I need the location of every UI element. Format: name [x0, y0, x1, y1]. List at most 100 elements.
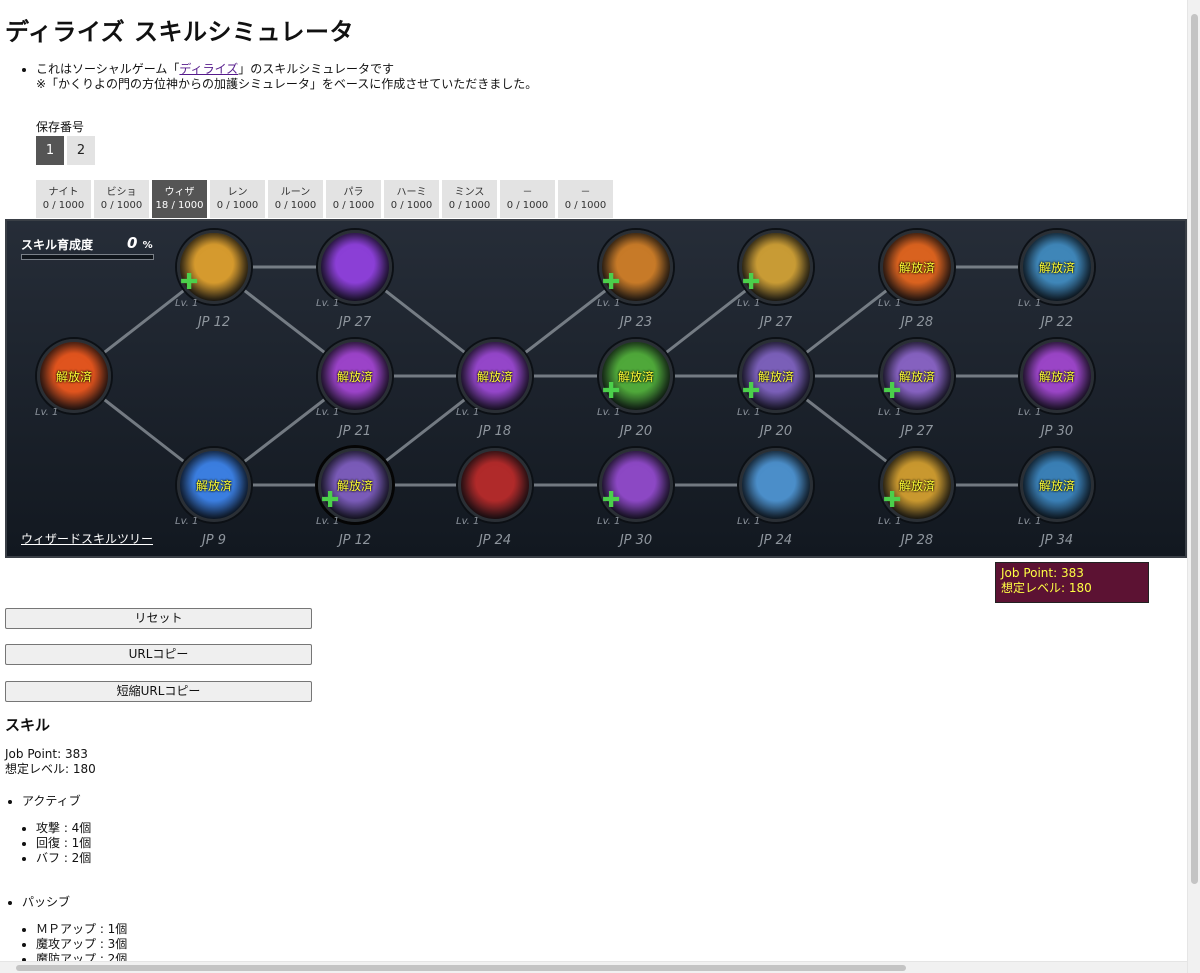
tab-label: ハーミ [396, 187, 427, 198]
skill-jp-cost: JP 30 [1040, 424, 1074, 439]
skill-node[interactable]: 解放済 Lv. 1 JP 22 [1017, 230, 1097, 340]
growth-label: スキル育成度 [21, 238, 94, 252]
skill-level: Lv. 1 [456, 516, 480, 527]
vertical-scroll-thumb[interactable] [1191, 14, 1198, 884]
job-point-box: Job Point: 383 想定レベル: 180 [995, 562, 1149, 603]
skill-jp-cost: JP 12 [338, 533, 372, 548]
skill-level: Lv. 1 [597, 407, 621, 418]
skill-icon[interactable] [318, 230, 392, 304]
skill-node[interactable]: 解放済 Lv. 1 JP 30 [1017, 339, 1097, 449]
horizontal-scrollbar[interactable] [0, 961, 1187, 973]
skill-node[interactable]: ✚ 解放済 Lv. 1 JP 12 [315, 448, 395, 556]
tab-empty-2[interactable]: － 0 / 1000 [558, 180, 613, 218]
wizard-skill-tree-link[interactable]: ウィザードスキルツリー [21, 530, 153, 547]
skill-node[interactable]: ✚ Lv. 1 JP 30 [596, 448, 676, 556]
released-label: 解放済 [898, 479, 935, 493]
skill-level: Lv. 1 [878, 516, 902, 527]
skill-node[interactable]: ✚ Lv. 1 JP 27 [736, 230, 816, 340]
skill-level: Lv. 1 [597, 298, 621, 309]
tab-label: － [522, 187, 533, 198]
short-url-copy-button[interactable]: 短縮URLコピー [5, 681, 312, 702]
skill-jp-cost: JP 21 [338, 424, 372, 439]
tab-wizard[interactable]: ウィザ 18 / 1000 [152, 180, 207, 218]
vertical-scrollbar[interactable] [1187, 0, 1200, 973]
tab-points: 0 / 1000 [216, 200, 259, 211]
tab-points: 0 / 1000 [448, 200, 491, 211]
game-link[interactable]: ディライズ [179, 62, 238, 76]
skill-node[interactable]: 解放済 Lv. 1 JP 18 [455, 339, 535, 449]
skill-node[interactable]: Lv. 1 JP 24 [736, 448, 816, 556]
skill-level: Lv. 1 [316, 407, 340, 418]
url-copy-button[interactable]: URLコピー [5, 644, 312, 665]
tab-label: ビショ [106, 187, 137, 198]
skill-jp-cost: JP 28 [900, 533, 934, 548]
save-slot-1-button[interactable]: 1 [36, 136, 64, 165]
skill-icon[interactable] [739, 448, 813, 522]
skill-node[interactable]: ✚ Lv. 1 JP 23 [596, 230, 676, 340]
released-label: 解放済 [617, 370, 654, 384]
skill-node[interactable]: ✚ 解放済 Lv. 1 JP 20 [736, 339, 816, 449]
tab-paladin[interactable]: パラ 0 / 1000 [326, 180, 381, 218]
growth-percent: 0 % [127, 234, 153, 252]
skill-tree-panel: スキル育成度 0 % ウィザードスキルツリー 解放済 Lv. 1 ✚ Lv. 1 JP … [5, 219, 1187, 558]
skill-node[interactable]: 解放済 Lv. 1 JP 21 [315, 339, 395, 449]
skill-level: Lv. 1 [878, 298, 902, 309]
released-label: 解放済 [336, 479, 373, 493]
skill-node[interactable]: 解放済 Lv. 1 JP 28 [877, 230, 957, 340]
passive-category: パッシブ [5, 895, 70, 910]
intro-suffix: 」のスキルシミュレータです [238, 62, 394, 76]
tab-hermit[interactable]: ハーミ 0 / 1000 [384, 180, 439, 218]
tab-minstrel[interactable]: ミンス 0 / 1000 [442, 180, 497, 218]
save-slot-2-button[interactable]: 2 [67, 136, 95, 165]
tab-label: ミンス [454, 187, 485, 198]
skill-node[interactable]: 解放済 Lv. 1 [34, 339, 114, 449]
skill-node[interactable]: 解放済 Lv. 1 JP 9 [174, 448, 254, 556]
skill-level: Lv. 1 [878, 407, 902, 418]
passive-category-label: パッシブ [22, 895, 70, 910]
list-item: 魔攻アップ : 3個 [36, 937, 127, 952]
plus-icon: ✚ [180, 270, 199, 295]
released-label: 解放済 [898, 261, 935, 275]
skills-heading: スキル [5, 716, 51, 734]
skill-node[interactable]: ✚ 解放済 Lv. 1 JP 20 [596, 339, 676, 449]
skill-icon[interactable] [458, 448, 532, 522]
growth-unit: % [142, 240, 153, 251]
skill-node[interactable]: ✚ 解放済 Lv. 1 JP 28 [877, 448, 957, 556]
tab-points: 0 / 1000 [390, 200, 433, 211]
skill-node[interactable]: Lv. 1 JP 24 [455, 448, 535, 556]
intro-prefix: これはソーシャルゲーム「 [36, 62, 180, 76]
tab-empty-1[interactable]: － 0 / 1000 [500, 180, 555, 218]
reset-button[interactable]: リセット [5, 608, 312, 629]
estimated-level: 想定レベル: 180 [1001, 581, 1092, 595]
released-label: 解放済 [1038, 479, 1075, 493]
skill-node[interactable]: Lv. 1 JP 27 [315, 230, 395, 340]
summary-job-point: Job Point: 383 [5, 747, 88, 761]
list-item: 回復 : 1個 [36, 836, 91, 851]
tab-points: 0 / 1000 [100, 200, 143, 211]
skill-node[interactable]: ✚ 解放済 Lv. 1 JP 27 [877, 339, 957, 449]
tab-points: 0 / 1000 [506, 200, 549, 211]
released-label: 解放済 [757, 370, 794, 384]
tab-points: 0 / 1000 [274, 200, 317, 211]
tab-rune[interactable]: ルーン 0 / 1000 [268, 180, 323, 218]
tab-bishop[interactable]: ビショ 0 / 1000 [94, 180, 149, 218]
save-slot-label: 保存番号 [36, 120, 85, 134]
skill-jp-cost: JP 24 [759, 533, 793, 548]
tab-ranger[interactable]: レン 0 / 1000 [210, 180, 265, 218]
active-category: アクティブ [5, 794, 81, 809]
skill-jp-cost: JP 20 [759, 424, 793, 439]
tab-knight[interactable]: ナイト 0 / 1000 [36, 180, 91, 218]
released-label: 解放済 [476, 370, 513, 384]
skill-level: Lv. 1 [1018, 516, 1042, 527]
skill-level: Lv. 1 [35, 407, 59, 418]
tab-points: 18 / 1000 [155, 200, 204, 211]
plus-icon: ✚ [602, 488, 621, 513]
skill-node[interactable]: ✚ Lv. 1 JP 12 [174, 230, 254, 340]
skill-jp-cost: JP 27 [338, 315, 372, 330]
horizontal-scroll-thumb[interactable] [16, 965, 906, 971]
skill-jp-cost: JP 28 [900, 315, 934, 330]
skill-node[interactable]: 解放済 Lv. 1 JP 34 [1017, 448, 1097, 556]
page-title: ディライズ スキルシミュレータ [5, 18, 354, 46]
skill-level: Lv. 1 [1018, 298, 1042, 309]
tab-label: ナイト [48, 187, 79, 198]
